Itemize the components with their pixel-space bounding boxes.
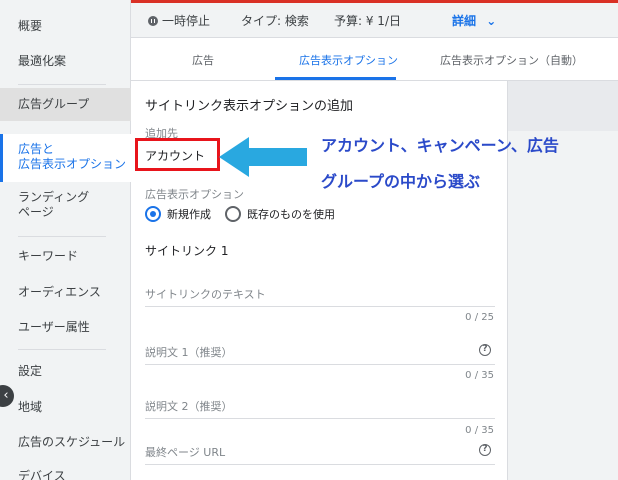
extension-radio-group: 新規作成 既存のものを使用 <box>145 206 335 222</box>
pause-icon <box>148 16 158 26</box>
help-icon[interactable]: ? <box>479 444 491 456</box>
sidebar-divider <box>18 236 106 237</box>
sidebar-item-ads-extensions-line1: 広告と <box>18 142 55 156</box>
tab-bar: 広告 広告表示オプション 広告表示オプション（自動） <box>131 38 618 81</box>
radio-new-label: 新規作成 <box>167 208 211 221</box>
annotation-text-line1: アカウント、キャンペーン、広告 <box>321 136 559 155</box>
sitelink-text-counter: 0 / 25 <box>465 312 494 323</box>
sidebar-item-landing-pages[interactable]: ランディング ページ <box>18 190 89 220</box>
sidebar-item-landing-line2: ページ <box>18 205 54 219</box>
active-tab-indicator <box>275 77 396 80</box>
sidebar-item-ads-extensions[interactable]: 広告と 広告表示オプション <box>0 134 131 182</box>
description2-input[interactable]: 説明文 2（推奨） <box>145 395 495 419</box>
campaign-budget: 予算: ¥ 1/日 <box>334 14 401 28</box>
radio-new[interactable] <box>145 206 161 222</box>
details-label: 詳細 <box>452 14 477 28</box>
sidebar-item-devices[interactable]: デバイス <box>18 469 66 480</box>
radio-existing-label: 既存のものを使用 <box>247 208 335 221</box>
sidebar-divider <box>18 84 106 85</box>
chevron-down-icon: ⌄ <box>486 14 497 28</box>
details-toggle[interactable]: 詳細 ⌄ <box>452 12 496 29</box>
description1-counter: 0 / 35 <box>465 370 494 381</box>
sitelink-heading: サイトリンク 1 <box>145 244 229 258</box>
sidebar-item-settings[interactable]: 設定 <box>18 364 42 379</box>
table-header-band <box>508 81 618 131</box>
tab-ads[interactable]: 広告 <box>192 52 214 68</box>
sidebar-item-ad-schedule[interactable]: 広告のスケジュール <box>18 435 125 450</box>
status-text: 一時停止 <box>162 14 211 28</box>
sidebar-item-keywords[interactable]: キーワード <box>18 249 78 264</box>
sidebar-item-landing-line1: ランディング <box>18 190 90 204</box>
final-url-placeholder: 最終ページ URL <box>145 446 226 459</box>
sidebar: 概要 最適化案 広告グループ 広告と 広告表示オプション ランディング ページ … <box>0 0 131 480</box>
sidebar-item-audiences[interactable]: オーディエンス <box>18 285 101 300</box>
extension-label: 広告表示オプション <box>145 188 244 201</box>
campaign-header-bar: 一時停止 タイプ: 検索 予算: ¥ 1/日 詳細 ⌄ <box>131 0 618 38</box>
help-icon[interactable]: ? <box>479 344 491 356</box>
status-indicator: 一時停止 <box>148 12 210 29</box>
annotation-arrow-icon <box>219 137 307 177</box>
description1-placeholder: 説明文 1（推奨） <box>145 346 233 359</box>
campaign-type: タイプ: 検索 <box>241 14 309 28</box>
annotation-text-line2: グループの中から選ぶ <box>321 172 481 191</box>
sidebar-item-overview[interactable]: 概要 <box>18 19 42 34</box>
sidebar-item-recommendations[interactable]: 最適化案 <box>18 54 66 69</box>
description2-counter: 0 / 35 <box>465 425 494 436</box>
sitelink-text-placeholder: サイトリンクのテキスト <box>145 288 266 301</box>
tab-automated-extensions[interactable]: 広告表示オプション（自動） <box>440 52 583 68</box>
sidebar-divider <box>18 349 106 350</box>
sidebar-item-demographics[interactable]: ユーザー属性 <box>18 320 90 335</box>
description2-placeholder: 説明文 2（推奨） <box>145 400 233 413</box>
sitelink-text-input[interactable]: サイトリンクのテキスト <box>145 283 495 307</box>
panel-title: サイトリンク表示オプションの追加 <box>145 99 354 114</box>
final-url-input[interactable]: 最終ページ URL ? <box>145 441 495 465</box>
description1-input[interactable]: 説明文 1（推奨） ? <box>145 341 495 365</box>
radio-existing[interactable] <box>225 206 241 222</box>
sidebar-item-locations[interactable]: 地域 <box>18 400 42 415</box>
tab-extensions[interactable]: 広告表示オプション <box>299 52 398 68</box>
sidebar-item-ad-groups[interactable]: 広告グループ <box>18 97 89 112</box>
highlight-box <box>135 138 220 171</box>
sidebar-item-ads-extensions-line2: 広告表示オプション <box>18 157 127 171</box>
